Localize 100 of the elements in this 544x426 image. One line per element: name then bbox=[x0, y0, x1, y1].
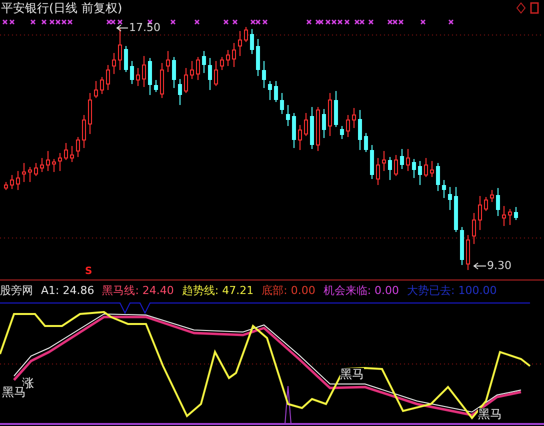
candlestick bbox=[70, 146, 74, 162]
candlestick bbox=[94, 80, 98, 98]
price-label: 17.50 bbox=[129, 22, 160, 34]
candlestick bbox=[172, 56, 176, 88]
candlestick bbox=[460, 226, 464, 266]
candlestick bbox=[40, 158, 44, 172]
candlestick bbox=[280, 92, 284, 114]
window-controls-icon bbox=[516, 2, 540, 14]
candlestick bbox=[508, 208, 512, 226]
price-label: 9.30 bbox=[487, 260, 512, 272]
candlestick bbox=[118, 28, 122, 70]
candlestick bbox=[262, 60, 266, 88]
candlestick bbox=[202, 50, 206, 74]
candlestick bbox=[310, 106, 314, 150]
candlestick bbox=[388, 156, 392, 180]
candlestick bbox=[268, 80, 272, 100]
cross-mark bbox=[420, 19, 426, 25]
indicator-reading: 黑马线: 24.40 bbox=[102, 283, 174, 298]
candlestick bbox=[298, 124, 302, 150]
cross-mark bbox=[448, 19, 454, 25]
candlestick bbox=[412, 158, 416, 178]
candlestick bbox=[322, 108, 326, 138]
candlestick bbox=[250, 28, 254, 54]
candlestick bbox=[394, 154, 398, 176]
indicator-reading: 大势已去: 100.00 bbox=[407, 283, 497, 298]
cross-mark bbox=[368, 19, 374, 25]
candlestick bbox=[478, 196, 482, 230]
candlestick bbox=[316, 106, 320, 152]
signal-label: 涨 bbox=[22, 377, 34, 390]
cross-mark bbox=[223, 19, 229, 25]
candlestick bbox=[52, 158, 56, 172]
candlestick bbox=[196, 56, 200, 80]
candlestick bbox=[448, 186, 452, 210]
candlestick bbox=[46, 150, 50, 172]
candlestick bbox=[400, 148, 404, 170]
indicator-reading: 底部: 0.00 bbox=[262, 283, 316, 298]
candlestick bbox=[58, 152, 62, 172]
arrow-icon bbox=[116, 24, 128, 32]
candlestick bbox=[358, 110, 362, 150]
candlestick bbox=[514, 206, 518, 220]
candlestick bbox=[88, 92, 92, 134]
candlestick bbox=[34, 162, 38, 176]
candlestick bbox=[214, 60, 218, 86]
candlestick bbox=[472, 212, 476, 244]
candlestick bbox=[100, 76, 104, 94]
candlestick bbox=[226, 50, 230, 66]
candlestick bbox=[124, 46, 128, 72]
candlestick bbox=[364, 132, 368, 152]
candlestick bbox=[130, 60, 134, 84]
candlestick bbox=[406, 148, 410, 172]
candlestick bbox=[466, 234, 470, 270]
candlestick bbox=[208, 58, 212, 90]
arrow-icon bbox=[473, 262, 486, 270]
candlestick bbox=[484, 196, 488, 212]
candlestick bbox=[184, 68, 188, 94]
candlestick bbox=[76, 136, 80, 158]
candlestick bbox=[82, 114, 86, 148]
candlestick bbox=[232, 42, 236, 68]
candlestick bbox=[496, 188, 500, 216]
candlestick bbox=[286, 104, 290, 126]
candlestick bbox=[190, 60, 194, 80]
cross-mark bbox=[41, 19, 47, 25]
candlestick bbox=[328, 92, 332, 136]
sell-signal: S bbox=[85, 266, 92, 277]
cross-mark bbox=[306, 19, 312, 25]
candlestick bbox=[106, 64, 110, 90]
candlestick bbox=[304, 112, 308, 136]
candlestick bbox=[274, 80, 278, 102]
candlestick bbox=[352, 108, 356, 128]
cross-mark bbox=[170, 19, 176, 25]
indicator-reading: 趋势线: 47.21 bbox=[182, 283, 254, 298]
candlestick bbox=[142, 56, 146, 88]
candlestick bbox=[490, 190, 494, 202]
candlestick bbox=[154, 80, 158, 92]
candlestick bbox=[160, 62, 164, 98]
candlestick bbox=[4, 182, 8, 190]
candlestick bbox=[454, 186, 458, 232]
cross-mark bbox=[232, 19, 238, 25]
candlestick bbox=[442, 180, 446, 198]
candlestick bbox=[382, 150, 386, 172]
cross-mark bbox=[30, 19, 36, 25]
candlestick bbox=[112, 52, 116, 74]
candlestick bbox=[430, 160, 434, 178]
candlestick bbox=[502, 206, 506, 226]
candlestick bbox=[10, 174, 14, 190]
candlestick bbox=[436, 162, 440, 192]
candlestick bbox=[22, 162, 26, 182]
candlestick bbox=[28, 166, 32, 182]
candlestick bbox=[220, 56, 224, 70]
candlestick bbox=[238, 30, 242, 56]
candlestick bbox=[376, 158, 380, 186]
candlestick bbox=[334, 90, 338, 128]
candlestick bbox=[244, 26, 248, 42]
candlestick bbox=[16, 170, 20, 190]
candlestick bbox=[370, 144, 374, 180]
candlestick bbox=[256, 38, 260, 76]
candlestick bbox=[64, 142, 68, 160]
signal-label: 黑马 bbox=[2, 386, 26, 399]
candlestick bbox=[340, 126, 344, 140]
candlestick bbox=[418, 160, 422, 186]
